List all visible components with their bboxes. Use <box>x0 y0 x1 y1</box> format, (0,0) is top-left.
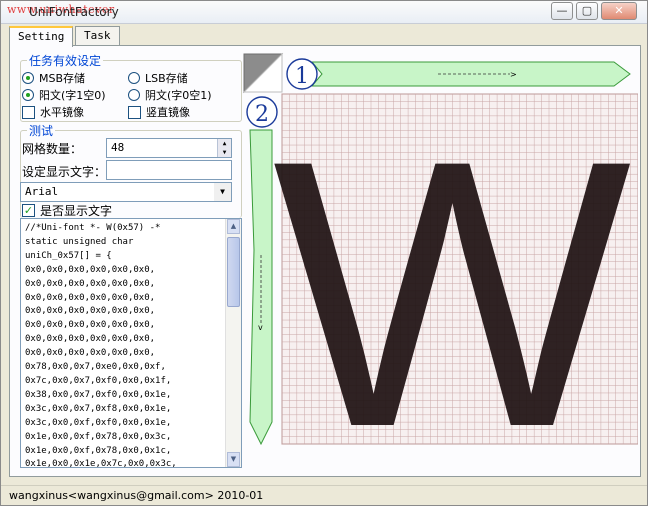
minimize-button[interactable]: — <box>551 2 573 20</box>
negative-radio[interactable]: 阴文(字0空1) <box>128 87 212 103</box>
msb-radio[interactable]: MSB存储 <box>22 70 85 86</box>
display-text-input[interactable] <box>106 160 232 180</box>
lsb-label: LSB存储 <box>145 72 188 85</box>
h-mirror-label: 水平镜像 <box>40 106 84 119</box>
radio-selected-icon <box>22 72 34 84</box>
setting-panel: 任务有效设定 MSB存储 LSB存储 阳文(字1空0) 阴文(字0空1) 水平镜… <box>9 45 641 506</box>
scroll-thumb[interactable] <box>227 237 240 307</box>
radio-selected-icon <box>22 89 34 101</box>
app-window: www.uniwhatever UniFontFactory — ▢ ✕ Set… <box>0 0 648 506</box>
code-scrollbar[interactable]: ▲ ▼ <box>225 219 241 467</box>
code-output-textarea[interactable]: //*Uni-font *- W(0x57) -* static unsigne… <box>20 218 242 468</box>
glyph-canvas[interactable]: > v 1 2 W <box>242 50 639 506</box>
checkbox-icon <box>22 105 35 119</box>
tab-setting[interactable]: Setting <box>9 26 74 47</box>
v-mirror-label: 竖直镜像 <box>146 106 190 119</box>
checkbox-icon <box>128 105 141 119</box>
task-settings-legend: 任务有效设定 <box>29 54 102 68</box>
grid-count-label: 网格数量： <box>22 142 83 156</box>
glyph-canvas-area: > v 1 2 W <box>242 50 639 506</box>
tab-task[interactable]: Task <box>75 26 120 46</box>
display-text-label: 设定显示文字： <box>22 165 107 179</box>
show-text-label: 是否显示文字 <box>40 204 113 218</box>
marker-2-label: 2 <box>255 102 269 127</box>
status-bar: wangxinus<wangxinus@gmail.com> 2010-01 <box>1 485 647 505</box>
spin-up-icon[interactable]: ▲ <box>217 139 231 148</box>
h-arrowhead-icon: > <box>510 70 517 79</box>
status-text: wangxinus<wangxinus@gmail.com> 2010-01 <box>9 489 264 502</box>
radio-icon <box>128 89 140 101</box>
checkmark-icon: ✓ <box>22 204 35 217</box>
close-button[interactable]: ✕ <box>601 2 637 20</box>
v-mirror-checkbox[interactable]: 竖直镜像 <box>128 104 190 120</box>
v-arrowhead-icon: v <box>258 323 263 332</box>
h-mirror-checkbox[interactable]: 水平镜像 <box>22 104 84 120</box>
window-title: UniFontFactory <box>29 5 119 19</box>
title-bar[interactable]: www.uniwhatever UniFontFactory — ▢ ✕ <box>1 1 647 24</box>
radio-icon <box>128 72 140 84</box>
grid-count-stepper[interactable]: 48 ▲ ▼ <box>106 138 232 158</box>
font-select[interactable]: Arial ▼ <box>20 182 232 202</box>
glyph-letter: W <box>273 81 635 478</box>
scroll-down-icon[interactable]: ▼ <box>227 452 240 467</box>
test-legend: 测试 <box>29 124 54 138</box>
scroll-up-icon[interactable]: ▲ <box>227 219 240 234</box>
positive-radio[interactable]: 阳文(字1空0) <box>22 87 106 103</box>
lsb-radio[interactable]: LSB存储 <box>128 70 188 86</box>
show-text-checkbox[interactable]: ✓ 是否显示文字 <box>22 202 112 219</box>
msb-label: MSB存储 <box>39 72 86 85</box>
chevron-down-icon[interactable]: ▼ <box>214 183 231 201</box>
code-output-text: //*Uni-font *- W(0x57) -* static unsigne… <box>25 223 177 468</box>
spin-down-icon[interactable]: ▼ <box>217 148 231 157</box>
font-select-value: Arial <box>25 185 59 198</box>
positive-label: 阳文(字1空0) <box>39 89 106 102</box>
grid-count-value: 48 <box>111 141 125 154</box>
maximize-button[interactable]: ▢ <box>576 2 598 20</box>
negative-label: 阴文(字0空1) <box>145 89 212 102</box>
